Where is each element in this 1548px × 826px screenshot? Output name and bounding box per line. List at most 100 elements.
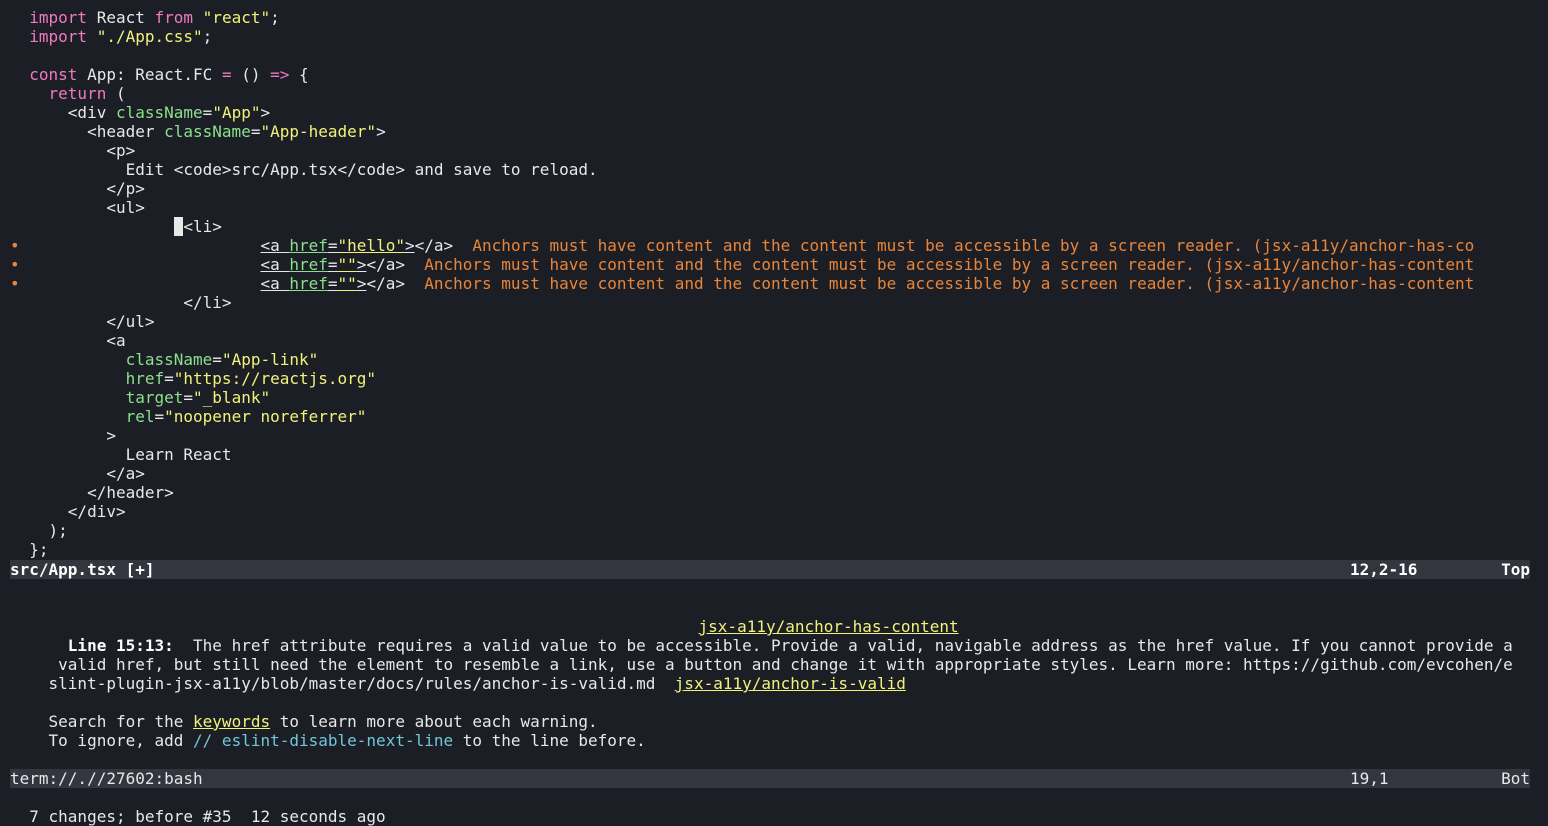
code-line[interactable]: </li>: [0, 293, 1548, 312]
code-token: (): [231, 65, 271, 84]
code-token: className: [115, 103, 203, 122]
code-line[interactable]: </header>: [0, 483, 1548, 502]
code-token: =: [327, 236, 338, 255]
code-text: <header className="App-header">: [10, 122, 1530, 141]
code-token: </a>: [366, 255, 425, 274]
code-token: =: [164, 369, 174, 388]
code-token: from: [154, 8, 194, 27]
code-line[interactable]: rel="noopener noreferrer": [0, 407, 1548, 426]
code-line[interactable]: href="https://reactjs.org": [0, 369, 1548, 388]
diagnostic-message: Anchors must have content and the conten…: [424, 274, 1475, 293]
ignore-code: // eslint-disable-next-line: [193, 731, 454, 750]
code-line[interactable]: </p>: [0, 179, 1548, 198]
code-text: };: [10, 540, 1530, 559]
code-line[interactable]: className="App-link": [0, 350, 1548, 369]
code-line[interactable]: <ul>: [0, 198, 1548, 217]
code-token: </a>: [414, 236, 473, 255]
code-token: </a>: [366, 274, 425, 293]
code-line[interactable]: <a: [0, 331, 1548, 350]
code-line[interactable]: </ul>: [0, 312, 1548, 331]
code-text: </p>: [10, 179, 1530, 198]
code-line[interactable]: Edit <code>src/App.tsx</code> and save t…: [0, 160, 1548, 179]
code-token: href: [289, 236, 328, 255]
code-token: "App-link": [221, 350, 319, 369]
code-line[interactable]: <div className="App">: [0, 103, 1548, 122]
code-token: <ul>: [10, 198, 145, 217]
code-token: href: [289, 274, 328, 293]
code-line[interactable]: Learn React: [0, 445, 1548, 464]
code-text: <a: [10, 331, 1530, 350]
code-token: "noopener noreferrer": [164, 407, 367, 426]
code-token: =: [327, 274, 338, 293]
code-token: {: [289, 65, 309, 84]
code-token: className: [164, 122, 251, 141]
code-token: >: [260, 103, 271, 122]
code-token: "App-header": [260, 122, 377, 141]
code-line[interactable]: </a>: [0, 464, 1548, 483]
code-text: <a href="hello"></a> Anchors must have c…: [10, 236, 1530, 255]
code-line[interactable]: <li>: [0, 217, 1548, 236]
code-token: >: [10, 426, 116, 445]
code-text: </a>: [10, 464, 1530, 483]
code-line[interactable]: import "./App.css";: [0, 27, 1548, 46]
code-token: ;: [202, 27, 213, 46]
code-line[interactable]: target="_blank": [0, 388, 1548, 407]
code-text: href="https://reactjs.org": [10, 369, 1530, 388]
code-text: target="_blank": [10, 388, 1530, 407]
diagnostic-message: Anchors must have content and the conten…: [424, 255, 1475, 274]
ignore-prefix: To ignore, add: [48, 731, 194, 750]
code-text: className="App-link": [10, 350, 1530, 369]
code-token: Edit <code>src/App.tsx</code> and save t…: [10, 160, 598, 179]
code-line[interactable]: <p>: [0, 141, 1548, 160]
code-line[interactable]: const App: React.FC = () => {: [0, 65, 1548, 84]
code-token: Learn React: [10, 445, 232, 464]
command-line-message: 7 changes; before #35 12 seconds ago: [29, 807, 386, 826]
code-line[interactable]: • <a href=""></a> Anchors must have cont…: [0, 274, 1548, 293]
code-text: <ul>: [10, 198, 1530, 217]
code-text: <div className="App">: [10, 103, 1530, 122]
code-token: <div: [10, 103, 116, 122]
statusline-scroll: Top: [1501, 560, 1530, 579]
code-token: href: [289, 255, 328, 274]
code-token: =: [221, 65, 232, 84]
code-line[interactable]: );: [0, 521, 1548, 540]
code-text: const App: React.FC = () => {: [10, 65, 1530, 84]
code-text: import React from "react";: [10, 8, 1530, 27]
code-line[interactable]: return (: [0, 84, 1548, 103]
code-token: "App": [212, 103, 261, 122]
code-text: );: [10, 521, 1530, 540]
statusline-filename: src/App.tsx [+]: [10, 560, 155, 579]
message-line-3: slint-plugin-jsx-a11y/blob/master/docs/r…: [48, 674, 675, 693]
code-line[interactable]: [0, 46, 1548, 65]
code-token: =: [154, 407, 165, 426]
code-line[interactable]: >: [0, 426, 1548, 445]
code-text: <li>: [10, 217, 1530, 236]
code-token: </li>: [10, 293, 232, 312]
code-line[interactable]: • <a href="hello"></a> Anchors must have…: [0, 236, 1548, 255]
editor-pane[interactable]: import React from "react"; import "./App…: [0, 8, 1548, 559]
code-text: <a href=""></a> Anchors must have conten…: [10, 255, 1530, 274]
terminal-pane[interactable]: jsx-a11y/anchor-has-content Line 15:13: …: [0, 598, 1548, 768]
code-token: ;: [270, 8, 280, 27]
code-line[interactable]: };: [0, 540, 1548, 559]
terminal-statusline-filename: term://.//27602:bash: [10, 769, 203, 788]
code-token: import: [10, 27, 88, 46]
terminal-statusline-scroll: Bot: [1501, 769, 1530, 788]
code-line[interactable]: import React from "react";: [0, 8, 1548, 27]
code-token: "": [337, 255, 357, 274]
code-token: React: [87, 8, 155, 27]
code-line[interactable]: • <a href=""></a> Anchors must have cont…: [0, 255, 1548, 274]
code-token: (: [106, 84, 126, 103]
code-token: </p>: [10, 179, 145, 198]
code-token: "": [337, 274, 357, 293]
code-line[interactable]: </div>: [0, 502, 1548, 521]
terminal-statusline-position: 19,1: [1350, 769, 1389, 788]
code-line[interactable]: <header className="App-header">: [0, 122, 1548, 141]
rule-link[interactable]: jsx-a11y/anchor-is-valid: [675, 674, 906, 693]
code-token: </ul>: [10, 312, 155, 331]
